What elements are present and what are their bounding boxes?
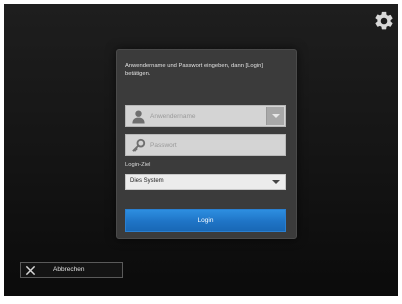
username-input[interactable] <box>150 109 260 123</box>
password-field[interactable] <box>125 134 286 156</box>
username-field[interactable] <box>125 105 286 127</box>
cancel-label: Abbrechen <box>53 266 85 273</box>
login-target-label: Login-Ziel <box>125 162 151 168</box>
key-icon <box>131 138 146 153</box>
login-target-select[interactable]: Dies System <box>125 174 286 190</box>
login-target-value: Dies System <box>130 178 164 184</box>
login-panel: Anwendername und Passwort eingeben, dann… <box>116 49 297 239</box>
username-dropdown-button[interactable] <box>266 107 284 125</box>
login-instruction: Anwendername und Passwort eingeben, dann… <box>125 63 263 77</box>
gear-icon <box>375 11 393 30</box>
password-input[interactable] <box>150 138 260 152</box>
chevron-down-icon <box>272 180 280 184</box>
close-icon <box>25 265 36 276</box>
login-screen: Anwendername und Passwort eingeben, dann… <box>4 4 398 296</box>
cancel-button[interactable]: Abbrechen <box>20 262 123 278</box>
user-icon <box>131 109 146 124</box>
login-button[interactable]: Login <box>125 209 286 232</box>
settings-button[interactable] <box>373 10 395 32</box>
